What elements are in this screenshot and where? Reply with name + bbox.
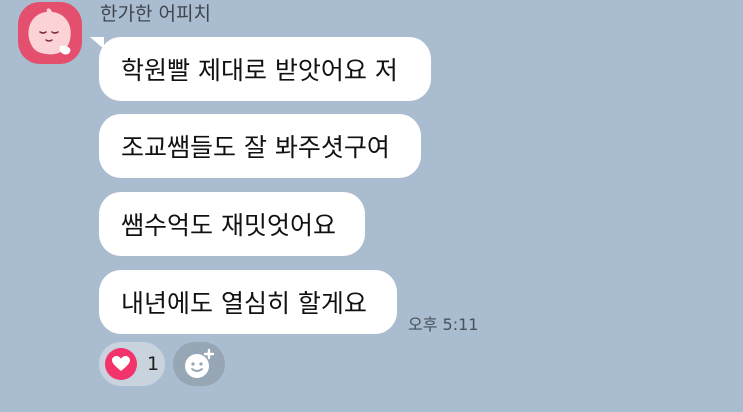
sender-avatar[interactable] (18, 2, 82, 64)
message-bubble[interactable]: 학원빨 제대로 받앗어요 저 (99, 37, 431, 101)
sender-name: 한가한 어피치 (100, 3, 211, 25)
heart-reaction[interactable]: 1 (99, 342, 165, 386)
message-timestamp: 오후 5:11 (408, 315, 479, 334)
heart-icon (105, 348, 137, 380)
message-bubble[interactable]: 내년에도 열심히 할게요 (99, 270, 397, 334)
message-bubble[interactable]: 조교쌤들도 잘 봐주셧구여 (99, 114, 421, 178)
reaction-count: 1 (147, 353, 160, 375)
add-reaction-icon (185, 348, 215, 378)
message-text: 내년에도 열심히 할게요 (121, 289, 367, 318)
message-text: 쌤수억도 재밋엇어요 (121, 211, 336, 240)
message-bubble[interactable]: 쌤수억도 재밋엇어요 (99, 192, 365, 256)
add-reaction-button[interactable] (173, 342, 225, 386)
message-text: 조교쌤들도 잘 봐주셧구여 (121, 133, 390, 162)
apeach-profile-icon (28, 8, 71, 55)
message-text: 학원빨 제대로 받앗어요 저 (121, 56, 398, 85)
